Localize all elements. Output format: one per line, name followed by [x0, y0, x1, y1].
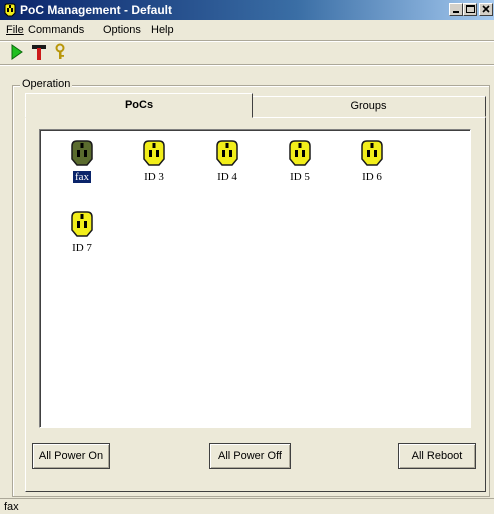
poc-item-fax[interactable]: fax [58, 138, 106, 184]
window-title: PoC Management - Default [20, 3, 173, 17]
power-outlet-icon [361, 140, 383, 166]
menu-help-label: Help [151, 24, 174, 36]
close-button[interactable] [479, 3, 493, 16]
status-bar: fax [0, 498, 494, 514]
power-outlet-icon [71, 211, 93, 237]
minimize-icon [453, 11, 459, 13]
poc-list[interactable]: fax ID 3 ID 4 ID 5 ID 6 ID 7 [39, 129, 471, 428]
tools-button[interactable] [30, 43, 48, 61]
poc-item-id5[interactable]: ID 5 [276, 138, 324, 183]
menu-commands-label: Commands [28, 24, 85, 36]
minimize-button[interactable] [449, 3, 463, 16]
menu-options[interactable]: Options [103, 24, 141, 36]
maximize-button[interactable] [463, 3, 477, 16]
tab-groups[interactable]: Groups [251, 96, 486, 117]
poc-label: ID 4 [217, 171, 237, 183]
play-icon [11, 44, 23, 60]
toolbar-separator [0, 64, 494, 66]
menu-options-label: Options [103, 24, 141, 36]
all-reboot-button[interactable]: All Reboot [398, 443, 476, 469]
menu-file-label: File [6, 24, 24, 36]
operation-label: Operation [20, 78, 73, 90]
all-power-off-button[interactable]: All Power Off [209, 443, 291, 469]
power-outlet-icon [71, 140, 93, 166]
poc-label: ID 3 [144, 171, 164, 183]
power-outlet-icon [216, 140, 238, 166]
poc-label: fax [71, 170, 93, 184]
menu-commands[interactable]: Commands [28, 24, 84, 36]
menu-file[interactable]: File [6, 24, 24, 36]
all-power-on-button[interactable]: All Power On [32, 443, 110, 469]
key-icon [55, 43, 65, 59]
maximize-icon [466, 5, 475, 13]
app-icon [4, 3, 16, 17]
menu-bar: File Commands Options Help [0, 22, 494, 39]
poc-item-id6[interactable]: ID 6 [348, 138, 396, 183]
run-button[interactable] [8, 43, 26, 61]
toolbar [0, 41, 494, 63]
tab-pocs[interactable]: PoCs [25, 93, 253, 118]
tools-icon [32, 45, 46, 60]
menu-help[interactable]: Help [151, 24, 174, 36]
close-icon [482, 5, 490, 13]
poc-label: ID 5 [290, 171, 310, 183]
poc-item-id7[interactable]: ID 7 [58, 209, 106, 254]
key-button[interactable] [51, 43, 69, 61]
poc-label: ID 7 [72, 242, 92, 254]
poc-item-id3[interactable]: ID 3 [130, 138, 178, 183]
power-outlet-icon [143, 140, 165, 166]
status-text: fax [4, 501, 19, 513]
poc-item-id4[interactable]: ID 4 [203, 138, 251, 183]
title-bar[interactable]: PoC Management - Default [0, 0, 494, 20]
poc-label: ID 6 [362, 171, 382, 183]
power-outlet-icon [289, 140, 311, 166]
